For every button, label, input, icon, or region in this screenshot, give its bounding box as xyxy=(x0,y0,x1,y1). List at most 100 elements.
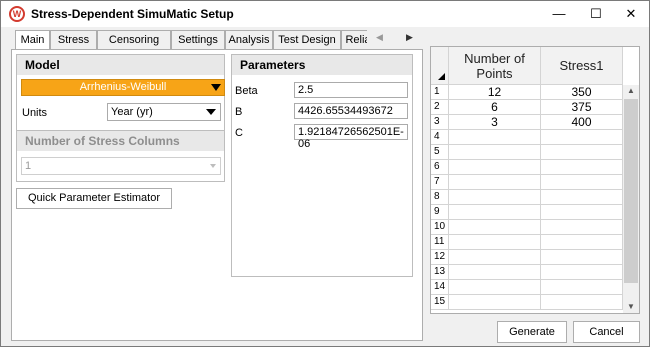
table-row: 10 xyxy=(431,220,623,235)
cell-number-of-points[interactable] xyxy=(449,280,541,295)
param-label-c: C xyxy=(235,127,243,139)
row-number[interactable]: 11 xyxy=(431,235,449,250)
column-header-stress1[interactable]: Stress1 xyxy=(541,47,623,85)
cell-stress1[interactable]: 400 xyxy=(541,115,623,130)
cell-stress1[interactable] xyxy=(541,220,623,235)
stress-columns-title: Number of Stress Columns xyxy=(17,131,224,151)
table-row: 2 6 375 xyxy=(431,100,623,115)
cell-number-of-points[interactable] xyxy=(449,235,541,250)
app-logo-icon: W xyxy=(9,6,25,22)
row-number[interactable]: 13 xyxy=(431,265,449,280)
chevron-down-icon xyxy=(211,84,221,91)
cell-stress1[interactable] xyxy=(541,280,623,295)
stress-columns-group: Number of Stress Columns 1 xyxy=(16,130,225,182)
select-all-icon xyxy=(438,73,445,80)
table-row: 4 xyxy=(431,130,623,145)
cell-number-of-points[interactable] xyxy=(449,250,541,265)
row-number[interactable]: 3 xyxy=(431,115,449,130)
param-input-beta[interactable]: 2.5 xyxy=(294,82,408,98)
column-header-number-of-points[interactable]: Number of Points xyxy=(449,47,541,85)
table-row: 8 xyxy=(431,190,623,205)
cell-number-of-points[interactable] xyxy=(449,295,541,310)
cell-stress1[interactable] xyxy=(541,190,623,205)
model-group-title: Model xyxy=(17,55,224,75)
quick-parameter-estimator-button[interactable]: Quick Parameter Estimator xyxy=(16,188,172,209)
stress-columns-select[interactable]: 1 xyxy=(21,157,221,175)
tab-settings[interactable]: Settings xyxy=(171,30,225,50)
tab-scroll-left-icon[interactable]: ◀ xyxy=(376,32,383,43)
cell-stress1[interactable]: 350 xyxy=(541,85,623,100)
chevron-down-icon xyxy=(206,109,216,115)
cell-number-of-points[interactable] xyxy=(449,160,541,175)
cell-stress1[interactable] xyxy=(541,175,623,190)
row-number[interactable]: 1 xyxy=(431,85,449,100)
param-input-c[interactable]: 1.92184726562501E-06 xyxy=(294,124,408,150)
cell-number-of-points[interactable] xyxy=(449,175,541,190)
tab-analysis[interactable]: Analysis xyxy=(225,30,273,50)
cell-number-of-points[interactable]: 6 xyxy=(449,100,541,115)
minimize-button[interactable]: — xyxy=(541,1,577,27)
cell-stress1[interactable] xyxy=(541,250,623,265)
tab-censoring[interactable]: Censoring xyxy=(97,30,171,50)
stress-columns-value: 1 xyxy=(25,160,32,172)
row-number[interactable]: 2 xyxy=(431,100,449,115)
row-number[interactable]: 14 xyxy=(431,280,449,295)
tab-test-design[interactable]: Test Design xyxy=(273,30,341,50)
tab-main[interactable]: Main xyxy=(15,30,50,50)
row-number[interactable]: 7 xyxy=(431,175,449,190)
model-selected-value: Arrhenius-Weibull xyxy=(79,81,167,93)
table-row: 1 12 350 xyxy=(431,85,623,100)
cell-stress1[interactable] xyxy=(541,235,623,250)
row-number[interactable]: 5 xyxy=(431,145,449,160)
row-number[interactable]: 6 xyxy=(431,160,449,175)
close-button[interactable]: ✕ xyxy=(613,1,649,27)
param-label-b: B xyxy=(235,106,243,118)
row-number[interactable]: 15 xyxy=(431,295,449,310)
tab-stress[interactable]: Stress xyxy=(50,30,97,50)
cell-number-of-points[interactable] xyxy=(449,190,541,205)
cell-stress1[interactable] xyxy=(541,130,623,145)
scrollbar-thumb[interactable] xyxy=(624,99,638,283)
cell-number-of-points[interactable] xyxy=(449,205,541,220)
cell-stress1[interactable] xyxy=(541,295,623,310)
tab-scroll-right-icon[interactable]: ▶ xyxy=(406,32,413,43)
table-row: 11 xyxy=(431,235,623,250)
row-number[interactable]: 12 xyxy=(431,250,449,265)
cell-number-of-points[interactable] xyxy=(449,220,541,235)
scroll-down-icon[interactable]: ▼ xyxy=(623,301,639,313)
row-number[interactable]: 4 xyxy=(431,130,449,145)
grid-corner[interactable] xyxy=(431,47,449,85)
param-label-beta: Beta xyxy=(235,85,258,97)
cell-number-of-points[interactable] xyxy=(449,145,541,160)
parameters-group: Parameters Beta 2.5 B 4426.65534493672 C… xyxy=(231,54,413,277)
vertical-scrollbar[interactable]: ▲ ▼ xyxy=(623,85,639,313)
units-selected-value: Year (yr) xyxy=(111,106,153,118)
cell-stress1[interactable] xyxy=(541,265,623,280)
cell-stress1[interactable] xyxy=(541,205,623,220)
cell-number-of-points[interactable] xyxy=(449,265,541,280)
units-select[interactable]: Year (yr) xyxy=(107,103,221,121)
cell-number-of-points[interactable] xyxy=(449,130,541,145)
cell-number-of-points[interactable]: 12 xyxy=(449,85,541,100)
table-row: 15 xyxy=(431,295,623,310)
title-bar: W Stress-Dependent SimuMatic Setup — ☐ ✕ xyxy=(1,1,649,27)
cell-stress1[interactable]: 375 xyxy=(541,100,623,115)
tab-reliability[interactable]: Reliabil xyxy=(341,30,367,50)
cell-stress1[interactable] xyxy=(541,160,623,175)
param-input-b[interactable]: 4426.65534493672 xyxy=(294,103,408,119)
main-tab-page: Model Arrhenius-Weibull Units Year (yr) … xyxy=(11,49,423,341)
row-number[interactable]: 8 xyxy=(431,190,449,205)
maximize-button[interactable]: ☐ xyxy=(578,1,614,27)
scroll-up-icon[interactable]: ▲ xyxy=(623,85,639,97)
table-row: 5 xyxy=(431,145,623,160)
cancel-button[interactable]: Cancel xyxy=(573,321,640,343)
row-number[interactable]: 9 xyxy=(431,205,449,220)
generate-button[interactable]: Generate xyxy=(497,321,567,343)
table-row: 7 xyxy=(431,175,623,190)
cell-number-of-points[interactable]: 3 xyxy=(449,115,541,130)
window-title: Stress-Dependent SimuMatic Setup xyxy=(31,7,234,21)
model-select[interactable]: Arrhenius-Weibull xyxy=(21,79,225,96)
cell-stress1[interactable] xyxy=(541,145,623,160)
table-row: 3 3 400 xyxy=(431,115,623,130)
row-number[interactable]: 10 xyxy=(431,220,449,235)
